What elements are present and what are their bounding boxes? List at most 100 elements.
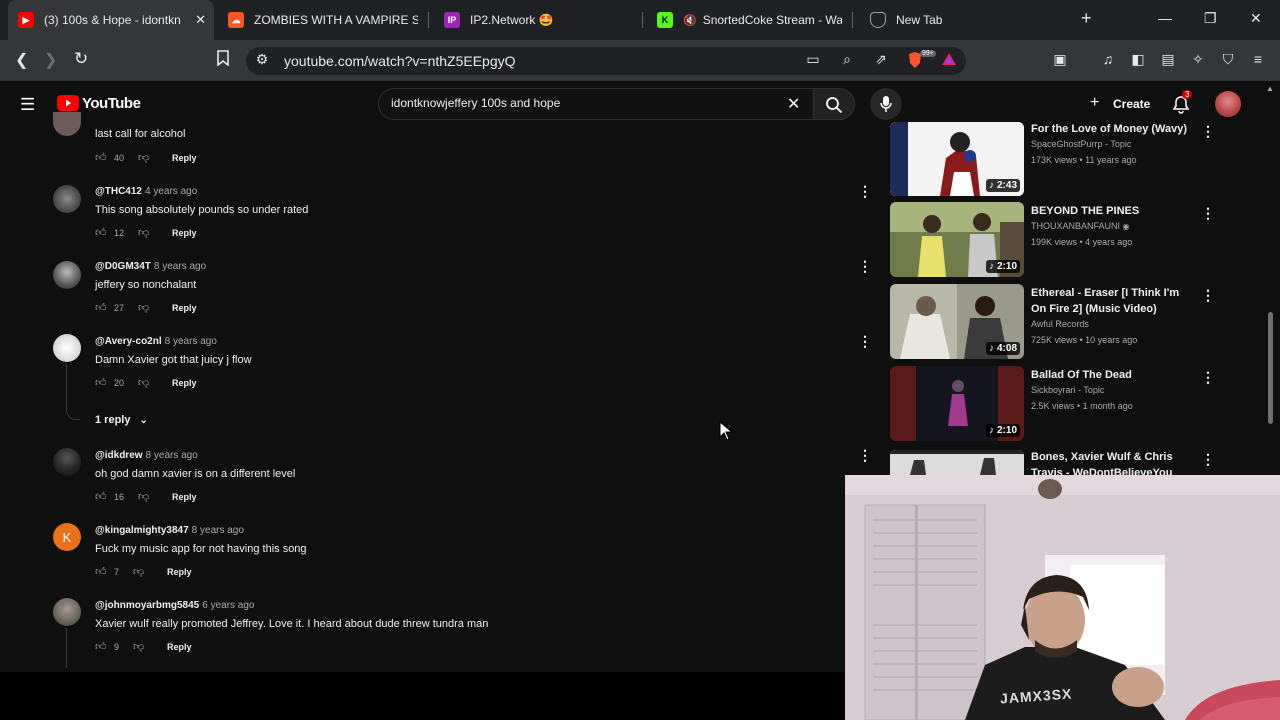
video-title[interactable]: Ballad Of The Dead: [1031, 367, 1196, 383]
reply-button[interactable]: Reply: [172, 303, 197, 313]
like-icon[interactable]: 👍︎: [95, 565, 107, 578]
muted-speaker-icon[interactable]: 🔇: [683, 14, 697, 27]
video-more-icon[interactable]: ⋮: [1201, 451, 1215, 468]
close-tab-icon[interactable]: ✕: [195, 12, 206, 28]
comment-avatar[interactable]: [53, 112, 81, 136]
reload-icon[interactable]: ↻: [74, 49, 88, 69]
brave-rewards-icon[interactable]: [940, 51, 958, 69]
url-field[interactable]: youtube.com/watch?v=nthZ5EEpgyQ: [284, 53, 516, 69]
tab-new-tab[interactable]: New Tab: [870, 0, 1060, 40]
media-controls-icon[interactable]: ♫: [1099, 51, 1117, 69]
zoom-icon[interactable]: ⌕: [838, 51, 856, 69]
wallet-icon[interactable]: ▤: [1159, 51, 1177, 69]
sidebar-icon[interactable]: ◧: [1129, 51, 1147, 69]
video-thumbnail[interactable]: ♪ 2:43: [890, 122, 1024, 196]
dislike-icon[interactable]: 👎︎: [133, 640, 144, 653]
video-title[interactable]: Bones, Xavier Wulf & Chris Travis - WeDo…: [1031, 449, 1196, 475]
tab-ip2[interactable]: IP IP2.Network 🤩: [444, 0, 634, 40]
video-more-icon[interactable]: ⋮: [1201, 123, 1215, 140]
comment-avatar[interactable]: [53, 448, 81, 476]
leo-ai-icon[interactable]: ✧: [1189, 51, 1207, 69]
share-icon[interactable]: ⇗: [872, 51, 890, 69]
site-settings-icon[interactable]: ⚙: [253, 51, 271, 69]
comment-more-icon[interactable]: ⋮: [858, 258, 872, 275]
comment-author[interactable]: @THC412 4 years ago: [95, 186, 197, 197]
video-more-icon[interactable]: ⋮: [1201, 369, 1215, 386]
reply-button[interactable]: Reply: [167, 642, 192, 652]
notifications-button[interactable]: 3: [1172, 90, 1193, 119]
like-icon[interactable]: 👍︎: [95, 376, 107, 389]
scroll-up-icon[interactable]: ▲: [1266, 84, 1274, 93]
video-title[interactable]: For the Love of Money (Wavy): [1031, 121, 1196, 137]
youtube-logo-icon[interactable]: [57, 95, 79, 111]
like-icon[interactable]: 👍︎: [95, 301, 107, 314]
dislike-icon[interactable]: 👎︎: [138, 490, 149, 503]
new-tab-button[interactable]: +: [1081, 8, 1092, 29]
bookmark-icon[interactable]: [216, 50, 230, 71]
page-scrollbar-thumb[interactable]: [1268, 312, 1273, 424]
tab-title: New Tab: [896, 13, 943, 27]
tab-youtube[interactable]: ▶ (3) 100s & Hope - idontkn ✕: [8, 0, 214, 40]
search-button[interactable]: [813, 88, 855, 120]
video-more-icon[interactable]: ⋮: [1201, 205, 1215, 222]
like-icon[interactable]: 👍︎: [95, 640, 107, 653]
like-icon[interactable]: 👍︎: [95, 490, 107, 503]
reply-button[interactable]: Reply: [172, 228, 197, 238]
like-icon[interactable]: 👍︎: [95, 151, 107, 164]
tab-zombies[interactable]: ☁ ZOMBIES WITH A VAMPIRE SP: [228, 0, 418, 40]
video-thumbnail[interactable]: ♪ 2:10: [890, 366, 1024, 441]
comment-avatar[interactable]: [53, 185, 81, 213]
video-title[interactable]: Ethereal - Eraser [I Think I'm On Fire 2…: [1031, 285, 1196, 317]
comment-avatar[interactable]: [53, 334, 81, 362]
vpn-icon[interactable]: ⛉: [1219, 51, 1237, 69]
voice-search-button[interactable]: [870, 88, 902, 120]
dislike-icon[interactable]: 👎︎: [138, 376, 149, 389]
menu-icon[interactable]: ≡: [1249, 51, 1267, 69]
comment-author[interactable]: @Avery-co2nl 8 years ago: [95, 336, 217, 347]
video-thumbnail[interactable]: ♪ 4:08: [890, 284, 1024, 359]
comment-author[interactable]: @idkdrew 8 years ago: [95, 450, 198, 461]
restore-icon[interactable]: ❐: [1204, 10, 1217, 27]
video-channel[interactable]: Sickboyrari - Topic: [1031, 385, 1104, 395]
comment-avatar[interactable]: [53, 261, 81, 289]
back-icon[interactable]: ❮: [15, 50, 28, 70]
cast-icon[interactable]: ▭: [804, 51, 822, 69]
video-channel[interactable]: Awful Records: [1031, 319, 1089, 329]
clear-search-icon[interactable]: ✕: [787, 94, 800, 114]
dislike-icon[interactable]: 👎︎: [138, 301, 149, 314]
dislike-icon[interactable]: 👎︎: [138, 226, 149, 239]
minimize-icon[interactable]: —: [1158, 10, 1172, 26]
dislike-icon[interactable]: 👎︎: [138, 151, 149, 164]
dislike-icon[interactable]: 👎︎: [133, 565, 144, 578]
reply-button[interactable]: Reply: [172, 153, 197, 163]
video-thumbnail[interactable]: ♪ 2:10: [890, 202, 1024, 277]
reply-button[interactable]: Reply: [172, 492, 197, 502]
video-more-icon[interactable]: ⋮: [1201, 287, 1215, 304]
comment-avatar[interactable]: K: [53, 523, 81, 551]
tab-kick[interactable]: K 🔇 SnortedCoke Stream - Wat: [657, 0, 842, 40]
comment-more-icon[interactable]: ⋮: [858, 333, 872, 350]
close-window-icon[interactable]: ✕: [1250, 10, 1262, 27]
comment-author[interactable]: @D0GM34T 8 years ago: [95, 261, 206, 272]
view-replies-button[interactable]: 1 reply ⌄: [95, 414, 148, 426]
comment-avatar[interactable]: [53, 598, 81, 626]
create-button[interactable]: + Create: [1090, 94, 1150, 112]
video-title[interactable]: BEYOND THE PINES: [1031, 203, 1196, 219]
reading-list-icon[interactable]: ▣: [1051, 51, 1069, 69]
video-channel[interactable]: SpaceGhostPurrp - Topic: [1031, 139, 1131, 149]
comment-more-icon[interactable]: ⋮: [858, 447, 872, 464]
search-input[interactable]: idontknowjeffery 100s and hope: [391, 96, 560, 110]
like-icon[interactable]: 👍︎: [95, 226, 107, 239]
forward-icon[interactable]: ❯: [44, 50, 57, 70]
youtube-logo-text[interactable]: YouTube: [82, 95, 141, 112]
reply-button[interactable]: Reply: [167, 567, 192, 577]
youtube-favicon-icon: ▶: [18, 12, 34, 28]
video-thumbnail[interactable]: [890, 450, 1024, 475]
account-avatar[interactable]: [1215, 91, 1241, 117]
reply-button[interactable]: Reply: [172, 378, 197, 388]
comment-author[interactable]: @johnmoyarbmg5845 6 years ago: [95, 600, 255, 611]
hamburger-menu-icon[interactable]: ☰: [20, 95, 35, 115]
comment-more-icon[interactable]: ⋮: [858, 183, 872, 200]
video-channel[interactable]: THOUXANBANFAUNI ◉: [1031, 221, 1130, 231]
comment-author[interactable]: @kingalmighty3847 8 years ago: [95, 525, 244, 536]
